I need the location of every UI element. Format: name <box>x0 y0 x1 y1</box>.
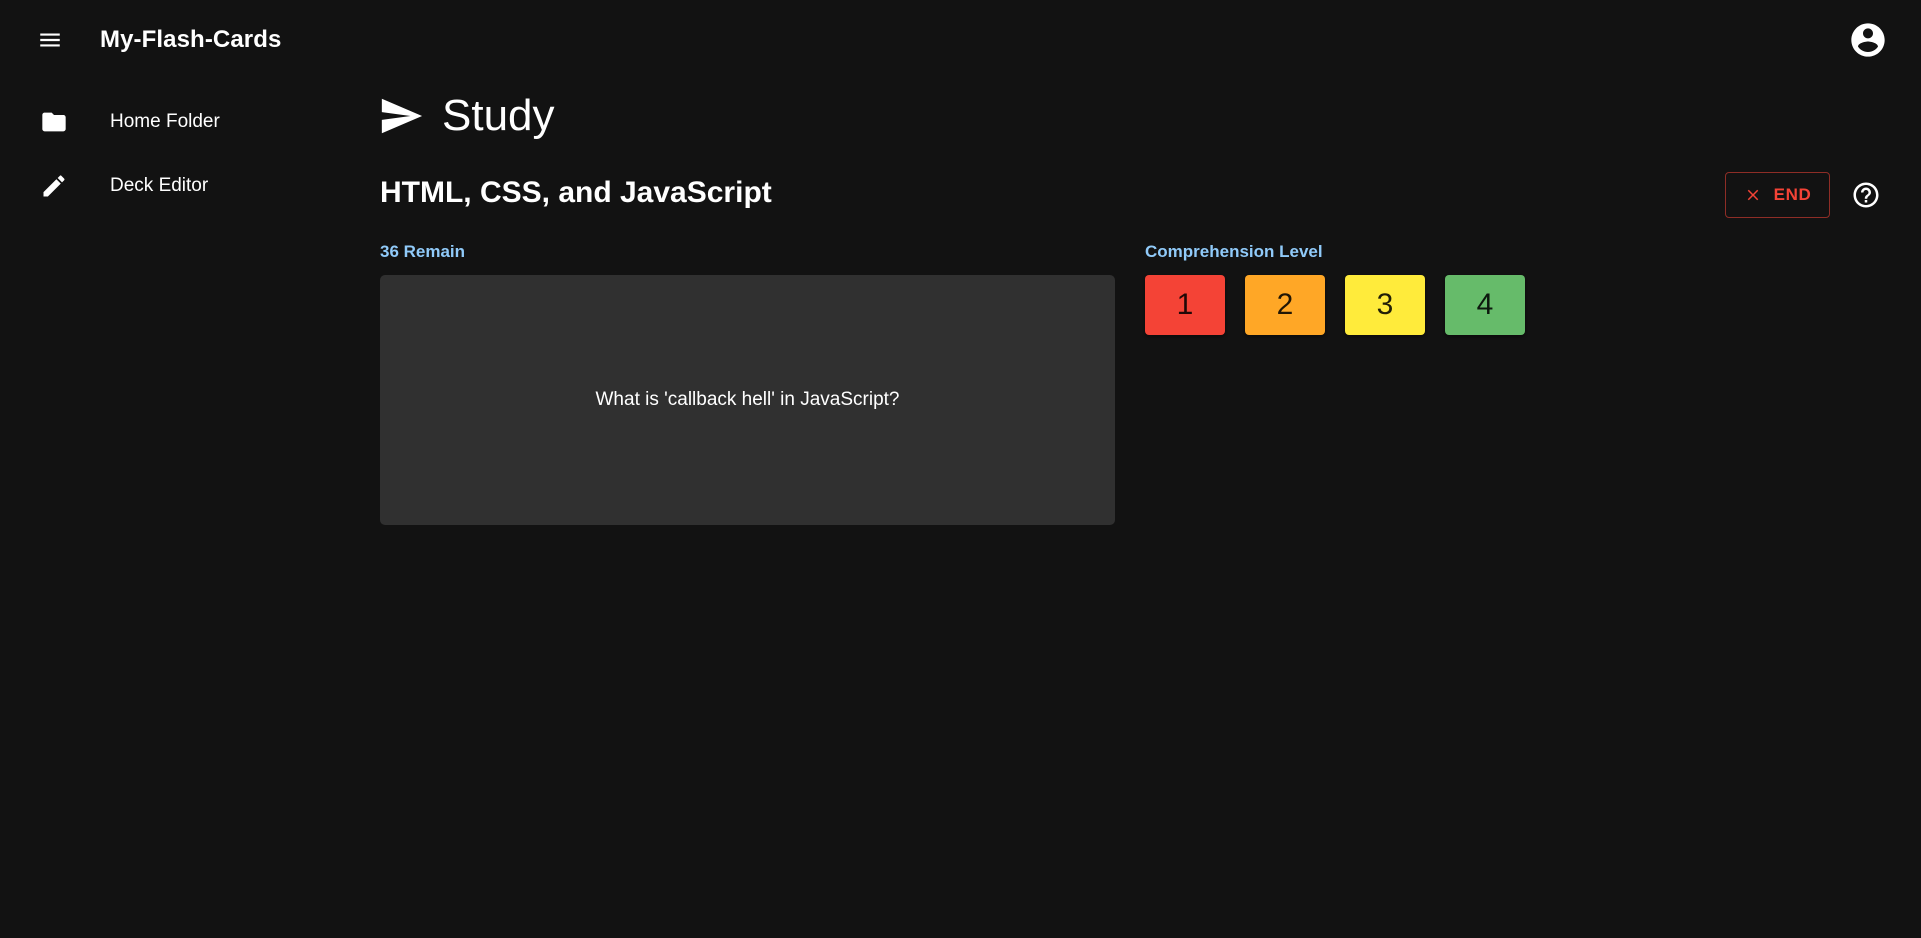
level-3-button[interactable]: 3 <box>1345 275 1425 335</box>
end-button[interactable]: END <box>1725 172 1830 218</box>
app-bar: My-Flash-Cards <box>0 0 1921 80</box>
account-button[interactable] <box>1844 16 1892 64</box>
folder-icon <box>40 108 68 136</box>
send-icon <box>381 98 423 134</box>
page-title: Study <box>442 91 555 140</box>
help-circle-icon <box>1853 182 1879 208</box>
sidebar-item-label: Deck Editor <box>110 175 209 196</box>
level-2-button[interactable]: 2 <box>1245 275 1325 335</box>
deck-title: HTML, CSS, and JavaScript <box>380 176 772 209</box>
end-button-label: END <box>1773 185 1812 204</box>
level-4-button[interactable]: 4 <box>1445 275 1525 335</box>
page-header: Study <box>378 90 555 142</box>
account-circle-icon <box>1851 23 1885 57</box>
app-root: My-Flash-Cards Home Folder Deck Editor S… <box>0 0 1921 938</box>
comprehension-levels: 1 2 3 4 <box>1145 275 1525 335</box>
sidebar-item-label: Home Folder <box>110 111 220 132</box>
remaining-count: 36 Remain <box>380 242 466 261</box>
close-icon <box>1747 189 1758 201</box>
pencil-icon <box>40 172 68 200</box>
comprehension-label: Comprehension Level <box>1145 242 1323 261</box>
sidebar-item-home-folder[interactable]: Home Folder <box>0 90 340 154</box>
card-question: What is 'callback hell' in JavaScript? <box>595 389 900 410</box>
level-1-button[interactable]: 1 <box>1145 275 1225 335</box>
help-button[interactable] <box>1849 178 1883 212</box>
menu-button[interactable] <box>26 16 74 64</box>
app-title: My-Flash-Cards <box>100 26 282 53</box>
hamburger-menu-icon <box>40 33 60 47</box>
flashcard[interactable]: What is 'callback hell' in JavaScript? <box>380 275 1115 525</box>
sidebar: Home Folder Deck Editor <box>0 90 340 218</box>
sidebar-item-deck-editor[interactable]: Deck Editor <box>0 154 340 218</box>
